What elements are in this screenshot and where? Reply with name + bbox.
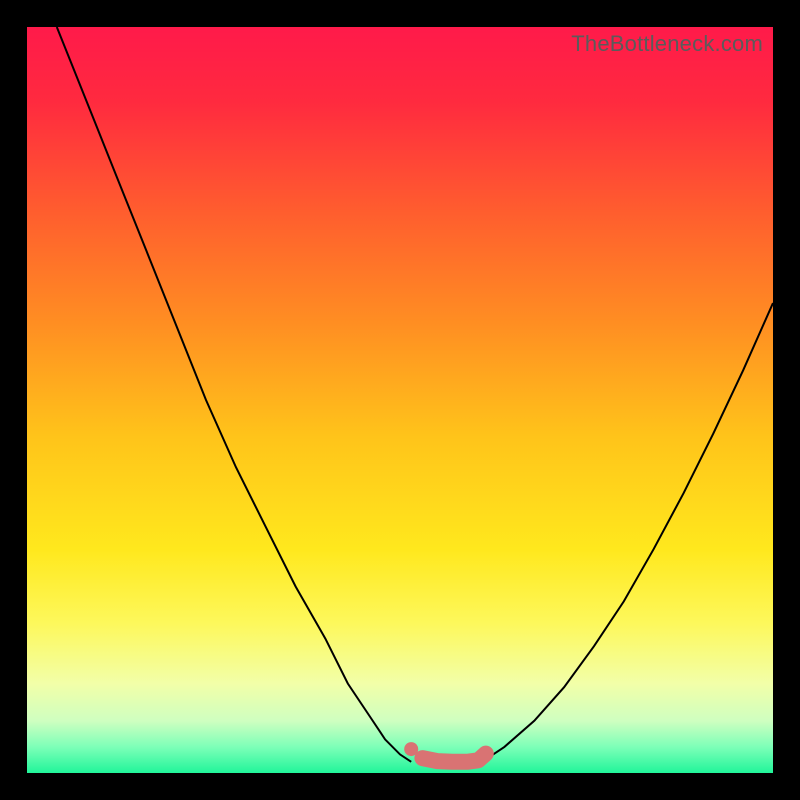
gradient-background — [27, 27, 773, 773]
chart-frame: TheBottleneck.com — [0, 0, 800, 800]
marker-thick-segment — [422, 754, 485, 762]
bottleneck-curve-chart — [27, 27, 773, 773]
watermark-label: TheBottleneck.com — [571, 31, 763, 57]
plot-area: TheBottleneck.com — [27, 27, 773, 773]
